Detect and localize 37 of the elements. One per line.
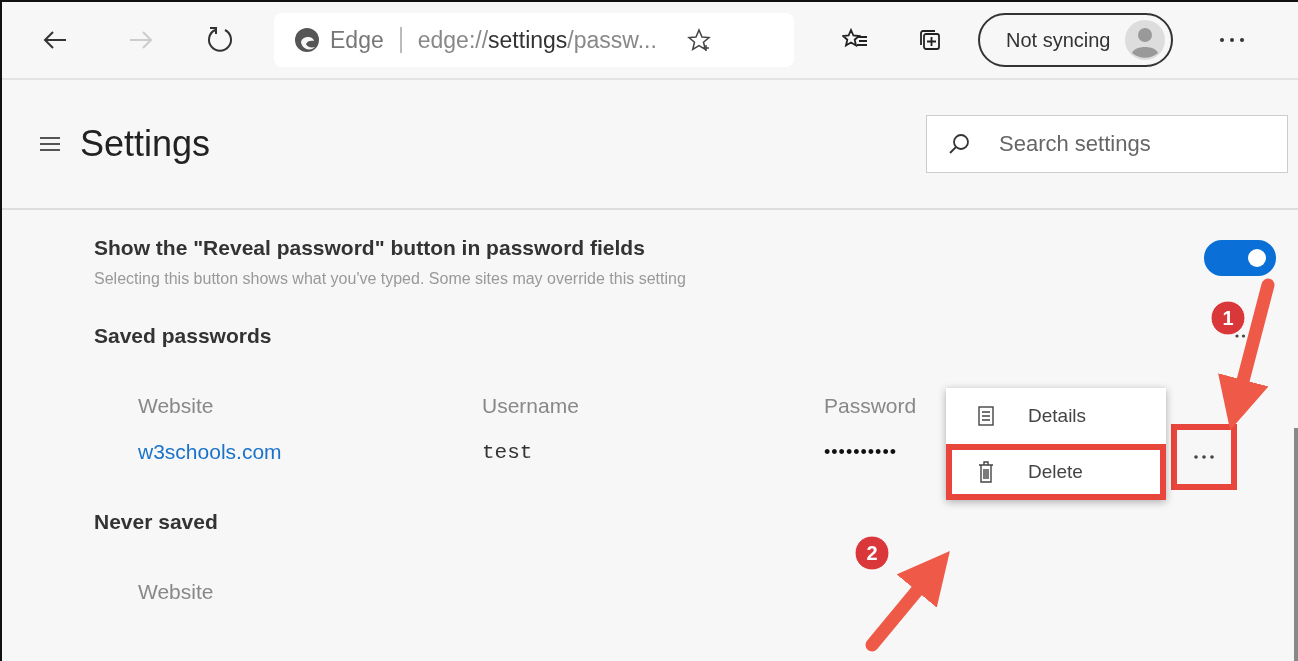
collections-icon[interactable]: [918, 28, 942, 52]
section-title: Never saved: [94, 510, 219, 534]
section-title: Saved passwords: [94, 324, 272, 348]
search-icon: [948, 133, 970, 155]
trash-icon: [978, 461, 994, 483]
page-title: Settings: [80, 123, 211, 165]
step-badge: 1: [1210, 300, 1246, 336]
avatar-icon: [1124, 20, 1165, 60]
menu-item[interactable]: Details: [946, 388, 1166, 444]
more-icon[interactable]: [1234, 333, 1246, 339]
more-icon[interactable]: [1218, 37, 1245, 43]
sync-button[interactable]: Not syncing: [978, 13, 1173, 67]
column-header: Password: [824, 394, 918, 418]
username-text: test: [482, 440, 534, 464]
setting-title: Show the "Reveal password" button in password fields: [94, 236, 646, 260]
more-icon: [1193, 454, 1215, 460]
column-header: Website: [138, 580, 215, 604]
star-icon[interactable]: [686, 28, 711, 52]
reveal-toggle[interactable]: [1204, 240, 1276, 276]
column-header: Website: [138, 394, 215, 418]
url-text: edge://settings/passw...: [417, 26, 657, 54]
search-field[interactable]: Search settings: [926, 115, 1288, 173]
list-icon: [978, 406, 994, 426]
website-link[interactable]: w3schools.com: [138, 440, 482, 464]
refresh-icon[interactable]: [206, 25, 234, 55]
more-actions-button[interactable]: [1171, 424, 1237, 490]
step-badge: 2: [854, 535, 890, 571]
setting-description: Selecting this button shows what you've typed. Some sites may override this setting: [94, 270, 686, 288]
column-header: Username: [482, 394, 580, 418]
scrollbar[interactable]: [1294, 428, 1298, 661]
edge-logo-icon: [294, 27, 320, 53]
address-bar[interactable]: Edge edge://settings/passw...: [274, 13, 794, 67]
menu-item[interactable]: Delete: [946, 444, 1166, 500]
password-text: ••••••••••: [824, 441, 899, 463]
site-label: Edge: [330, 26, 384, 54]
menu-icon[interactable]: [40, 137, 60, 151]
back-icon[interactable]: [42, 30, 68, 50]
